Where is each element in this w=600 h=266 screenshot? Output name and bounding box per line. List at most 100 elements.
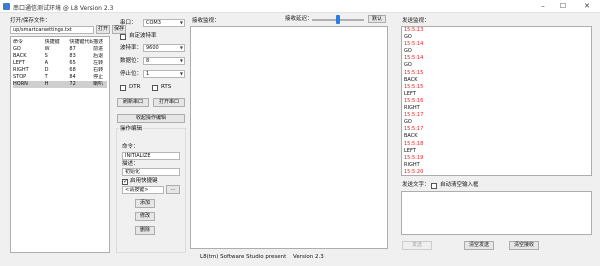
cell-code: 83 — [69, 53, 76, 59]
default-delay-button[interactable]: 默认 — [368, 15, 386, 23]
stop-bits-select-value: 1 — [146, 71, 150, 77]
maximize-button[interactable]: ☐ — [553, 0, 573, 12]
baud-label: 波特率： — [120, 45, 143, 51]
receive-delay-label: 接收延迟： — [285, 16, 313, 22]
file-label: 打开/保存文件： — [10, 18, 51, 24]
company-credit: L8(tm) Software Studio present — [200, 254, 287, 260]
cell-command: HORN — [13, 81, 28, 87]
header-description: 描述 — [93, 39, 104, 45]
cell-description: 喇叭 — [93, 81, 104, 87]
description-input[interactable]: 初始化 — [122, 168, 180, 176]
send-log-timestamp: 15:5:18 — [404, 140, 424, 147]
send-button[interactable]: 发送 — [402, 241, 432, 250]
clear-send-button[interactable]: 清空发送 — [464, 241, 494, 250]
command-table[interactable]: 命令 快捷键 快捷键代码 描述 GO W 87 前进 BACK S 83 后退 … — [10, 36, 110, 253]
auto-clear-checkbox[interactable] — [431, 183, 437, 189]
baud-select-value: 9600 — [146, 45, 159, 51]
refresh-port-button[interactable]: 刷新串口 — [117, 98, 149, 107]
cell-description: 后退 — [93, 53, 104, 59]
close-button[interactable]: ✕ — [577, 0, 597, 12]
rts-label: RTS — [161, 84, 172, 90]
open-port-button[interactable]: 打开串口 — [153, 98, 185, 107]
cell-hotkey: S — [44, 53, 48, 59]
send-log-timestamp: 15:5:15 — [404, 69, 424, 76]
receive-monitor-label: 接收监视： — [192, 18, 220, 24]
send-log-command: RIGHT — [404, 105, 420, 112]
cell-code: 72 — [69, 81, 76, 87]
cell-description: 左转 — [93, 60, 104, 66]
data-bits-label: 数据位： — [120, 58, 143, 64]
send-log-timestamp: 15:5:15 — [404, 83, 424, 90]
send-log-command: BACK — [404, 133, 418, 140]
send-log-command: GO — [404, 62, 412, 69]
receive-monitor-textarea[interactable] — [190, 26, 388, 249]
table-header: 命令 快捷键 快捷键代码 描述 — [13, 39, 107, 46]
clear-receive-button[interactable]: 清空接收 — [509, 241, 539, 250]
cell-code: 65 — [69, 60, 76, 66]
send-log-timestamp: 15:5:16 — [404, 97, 424, 104]
description-label: 描述： — [122, 161, 139, 167]
baud-select[interactable]: 9600 ▼ — [143, 44, 185, 52]
send-log-command: BACK — [404, 76, 418, 83]
send-log-command: LEFT — [404, 90, 416, 97]
send-log-timestamp: 15:5:14 — [404, 41, 424, 48]
auto-baud-checkbox[interactable] — [120, 34, 126, 40]
send-monitor-textarea[interactable]: 15:5:13 GO 15:5:14 GO 15:5:14 GO 15:5:15 BACK 15… — [401, 26, 592, 176]
hotkey-input[interactable]: <请按键> — [122, 186, 164, 194]
send-log-timestamp: 15:5:13 — [404, 27, 424, 33]
cell-code: 68 — [69, 67, 76, 73]
chevron-down-icon: ▼ — [179, 45, 183, 50]
table-row[interactable]: BACK S 83 后退 — [13, 53, 107, 60]
auto-clear-label: 自动清空输入框 — [440, 182, 479, 188]
stop-bits-select[interactable]: 1 ▼ — [143, 70, 185, 78]
send-text-input[interactable] — [401, 191, 592, 235]
minimize-button[interactable]: – — [533, 0, 553, 12]
table-row-selected[interactable]: HORN H 72 喇叭 — [13, 81, 107, 88]
rts-checkbox[interactable] — [152, 85, 158, 91]
header-command: 命令 — [13, 39, 24, 45]
header-hotkey-code: 快捷键代码 — [69, 39, 94, 45]
receive-delay-slider-thumb[interactable] — [336, 15, 340, 24]
data-bits-select-value: 8 — [146, 58, 150, 64]
send-log-command: GO — [404, 119, 412, 126]
cell-code: 84 — [69, 74, 76, 80]
collapse-edit-button[interactable]: 收起操作编辑 — [117, 114, 185, 123]
dtr-checkbox[interactable] — [120, 85, 126, 91]
send-log-command: LEFT — [404, 147, 416, 154]
cell-hotkey: D — [44, 67, 49, 73]
command-input[interactable]: INITIALIZE — [122, 152, 180, 160]
port-select[interactable]: COM3 ▼ — [143, 19, 185, 27]
chevron-down-icon: ▼ — [179, 58, 183, 63]
add-button[interactable]: 添加 — [135, 199, 155, 208]
stop-bits-label: 停止位： — [120, 71, 143, 77]
cell-hotkey: W — [44, 46, 50, 52]
chevron-down-icon: ▼ — [179, 71, 183, 76]
cell-command: RIGHT — [13, 67, 29, 73]
cell-command: STOP — [13, 74, 27, 80]
table-row[interactable]: LEFT A 65 左转 — [13, 60, 107, 67]
send-log-timestamp: 15:5:20 — [404, 168, 424, 175]
enable-hotkey-checkbox[interactable] — [122, 178, 128, 185]
operation-edit-title: 操作编辑 — [119, 126, 144, 133]
cell-command: LEFT — [13, 60, 25, 66]
cell-code: 87 — [69, 46, 76, 52]
app-icon — [3, 3, 10, 10]
cell-hotkey: A — [44, 60, 49, 66]
cell-command: GO — [13, 46, 21, 52]
cell-description: 前进 — [93, 46, 104, 52]
port-label: 串口： — [120, 20, 137, 26]
auto-baud-label: 自定波特率 — [129, 33, 157, 39]
data-bits-select[interactable]: 8 ▼ — [143, 57, 185, 65]
table-row[interactable]: GO W 87 前进 — [13, 46, 107, 53]
cell-description: 右转 — [93, 67, 104, 73]
file-path-input[interactable]: up/smartcarsettings.txt — [10, 26, 94, 34]
delete-button[interactable]: 删除 — [135, 226, 155, 235]
table-row[interactable]: STOP T 84 停止 — [13, 74, 107, 81]
open-file-button[interactable]: 打开 — [96, 25, 110, 34]
table-row[interactable]: RIGHT D 68 右转 — [13, 67, 107, 74]
modify-button[interactable]: 修改 — [135, 212, 155, 221]
enable-hotkey-label: 启用快捷键 — [130, 178, 158, 184]
send-log-timestamp: 15:5:14 — [404, 55, 424, 62]
send-log-timestamp: 15:5:19 — [404, 154, 424, 161]
hotkey-more-button[interactable]: ... — [166, 185, 180, 194]
